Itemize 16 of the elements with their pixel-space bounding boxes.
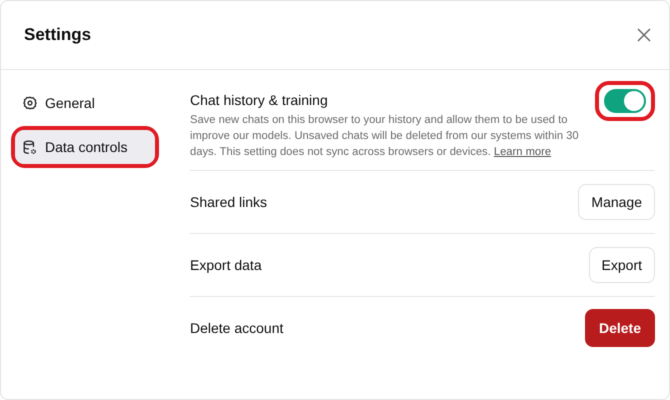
toggle-switch[interactable] <box>604 89 646 113</box>
delete-button[interactable]: Delete <box>584 309 655 347</box>
gear-icon <box>23 96 37 110</box>
setting-label: Export data <box>190 257 262 273</box>
database-icon <box>23 140 37 154</box>
dialog-title: Settings <box>24 25 92 45</box>
sidebar-item[interactable]: General <box>15 86 155 120</box>
action-button[interactable]: Manage <box>578 184 655 220</box>
learn-more-link[interactable]: Learn more <box>494 146 552 158</box>
close-icon[interactable] <box>637 28 651 42</box>
setting-label: Chat history & training <box>190 92 328 108</box>
setting-label: Delete account <box>190 320 284 336</box>
setting-description: Save new chats on this browser to your history and allow them to be used to improve our models. Unsaved chats will be deleted from our systems within 30 days. This setting does not sync across browsers or devices. Learn more <box>190 113 580 160</box>
action-button[interactable]: Export <box>588 247 655 283</box>
setting-label: Shared links <box>190 194 268 210</box>
sidebar-item[interactable]: Data controls <box>15 130 155 164</box>
